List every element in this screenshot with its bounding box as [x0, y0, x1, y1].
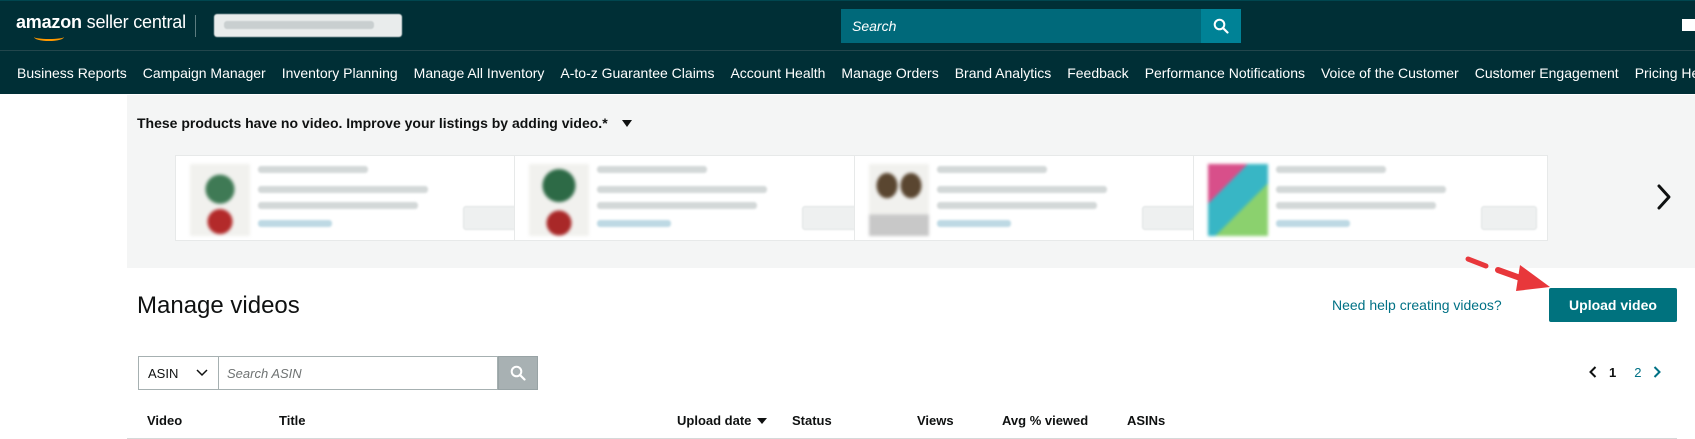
videos-table-header: Video Title Upload date Status Views Avg… [127, 405, 1677, 439]
asin-filter-select[interactable]: ASIN [138, 356, 218, 390]
logo-suffix: seller central [86, 12, 186, 32]
global-search-button[interactable] [1201, 9, 1241, 43]
product-thumbnail [1208, 164, 1268, 236]
nav-pricing-health[interactable]: Pricing Health [1627, 65, 1695, 81]
pagination-next-button[interactable] [1650, 366, 1664, 378]
card-action-button[interactable] [463, 206, 519, 230]
top-header: amazon seller central [0, 0, 1695, 50]
nav-inventory-planning[interactable]: Inventory Planning [274, 65, 406, 81]
banner-title[interactable]: These products have no video. Improve yo… [137, 115, 632, 131]
upload-video-button[interactable]: Upload video [1549, 288, 1677, 322]
help-creating-videos-link[interactable]: Need help creating videos? [1332, 297, 1502, 313]
chevron-right-icon [1654, 366, 1662, 378]
product-thumbnail [190, 164, 250, 236]
global-search [841, 9, 1201, 43]
column-views: Views [917, 413, 954, 428]
nav-a-to-z-claims[interactable]: A-to-z Guarantee Claims [552, 65, 722, 81]
asin-filter-value: ASIN [148, 365, 179, 381]
magnifier-icon [1213, 18, 1229, 34]
nav-brand-analytics[interactable]: Brand Analytics [947, 65, 1060, 81]
caret-down-icon[interactable] [621, 119, 632, 127]
card-action-button[interactable] [1481, 206, 1537, 230]
column-video: Video [147, 413, 183, 428]
magnifier-icon [510, 365, 526, 381]
recommendation-card[interactable] [514, 155, 869, 241]
recommendation-card[interactable] [1193, 155, 1548, 241]
nav-feedback[interactable]: Feedback [1059, 65, 1136, 81]
nav-manage-all-inventory[interactable]: Manage All Inventory [406, 65, 553, 81]
nav-manage-orders[interactable]: Manage Orders [833, 65, 946, 81]
chevron-right-icon [1657, 184, 1671, 210]
store-selector[interactable] [214, 14, 402, 37]
column-title: Title [279, 413, 306, 428]
nav-campaign-manager[interactable]: Campaign Manager [135, 65, 274, 81]
nav-account-health[interactable]: Account Health [722, 65, 833, 81]
logo-brand: amazon [16, 12, 82, 32]
mail-icon[interactable] [1682, 19, 1695, 31]
recommendation-card[interactable] [175, 155, 530, 241]
column-upload-date[interactable]: Upload date [677, 413, 768, 428]
main-nav: Business Reports Campaign Manager Invent… [0, 50, 1695, 94]
seller-central-logo[interactable]: amazon seller central [16, 12, 186, 41]
chevron-left-icon [1589, 366, 1597, 378]
chevron-down-icon [196, 369, 208, 377]
annotation-arrow-icon [1465, 256, 1550, 291]
nav-performance-notifications[interactable]: Performance Notifications [1137, 65, 1313, 81]
product-thumbnail [869, 164, 929, 236]
sort-desc-icon [757, 417, 768, 424]
column-asins: ASINs [1127, 413, 1166, 428]
nav-customer-engagement[interactable]: Customer Engagement [1467, 65, 1627, 81]
column-status: Status [792, 413, 832, 428]
nav-business-reports[interactable]: Business Reports [9, 65, 135, 81]
pagination: 1 2 [1586, 362, 1664, 382]
logo-divider [195, 15, 196, 37]
pagination-prev-button[interactable] [1586, 366, 1600, 378]
nav-voice-of-customer[interactable]: Voice of the Customer [1313, 65, 1467, 81]
recommendation-card[interactable] [854, 155, 1209, 241]
product-thumbnail [529, 164, 589, 236]
column-avg-viewed: Avg % viewed [1002, 413, 1089, 428]
amazon-smile-icon [34, 33, 64, 41]
pagination-page-1[interactable]: 1 [1600, 365, 1625, 380]
page-title: Manage videos [137, 292, 300, 319]
asin-search-input[interactable] [218, 356, 498, 390]
column-upload-date-label: Upload date [677, 413, 752, 428]
carousel-next-button[interactable] [1652, 180, 1676, 214]
card-action-button[interactable] [802, 206, 858, 230]
banner-title-text: These products have no video. Improve yo… [137, 115, 608, 131]
no-video-banner: These products have no video. Improve yo… [127, 95, 1695, 268]
asin-search-button[interactable] [498, 356, 538, 390]
store-name-redacted [224, 21, 374, 29]
pagination-page-2[interactable]: 2 [1625, 365, 1650, 380]
card-action-button[interactable] [1142, 206, 1198, 230]
global-search-input[interactable] [841, 9, 1201, 43]
